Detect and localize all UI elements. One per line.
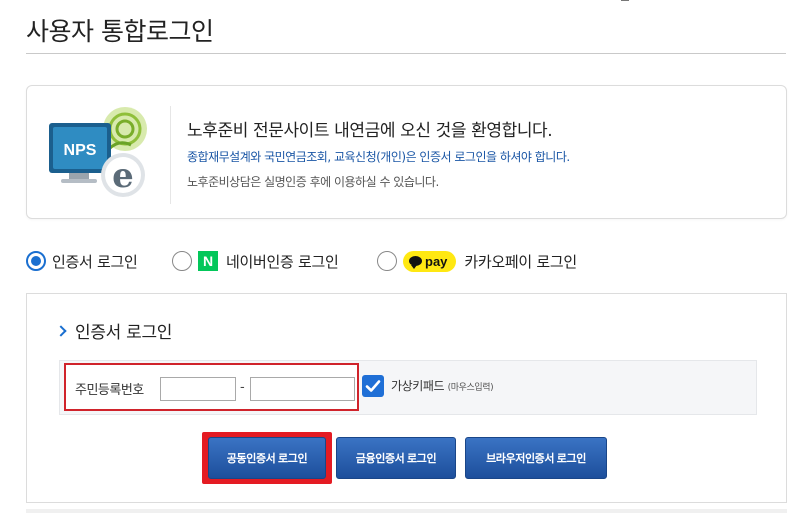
panel-title-text: 인증서 로그인: [75, 323, 173, 343]
resident-number-dash: -: [240, 380, 245, 395]
welcome-box: NPS e 노후준비 전문사이트 내연금에 오신 것을 환영합니다. 종합재무설…: [26, 85, 787, 219]
nps-logo-icon: NPS e: [47, 101, 157, 201]
login-method-selector: 인증서 로그인 N 네이버인증 로그인 pay 카카오페이 로그인: [26, 248, 786, 274]
browser-cert-login-button[interactable]: 브라우저인증서 로그인: [465, 437, 607, 479]
naver-icon: N: [198, 251, 218, 271]
virtual-keypad-label-text: 가상키패드: [391, 379, 445, 393]
method-naver-label: 네이버인증 로그인: [226, 252, 339, 271]
radio-cert-login[interactable]: [26, 251, 46, 271]
radio-naver-login[interactable]: [172, 251, 192, 271]
cert-login-panel: 인증서 로그인 주민등록번호 - 가상키패드 (마우스입력) 공동인증서 로그인…: [26, 293, 787, 503]
virtual-keypad-note: (마우스입력): [447, 383, 494, 393]
speech-bubble-icon: [409, 256, 422, 269]
checkmark-icon: [365, 380, 381, 392]
page-title: 사용자 통합로그인: [26, 17, 214, 46]
method-cert-label: 인증서 로그인: [52, 252, 138, 271]
resident-number-label: 주민등록번호: [75, 383, 144, 398]
top-mark: [621, 0, 629, 1]
method-cert-login[interactable]: 인증서 로그인: [26, 248, 138, 274]
radio-kakao-login[interactable]: [377, 251, 397, 271]
method-naver-login[interactable]: N 네이버인증 로그인: [172, 248, 339, 274]
welcome-info-counsel: 노후준비상담은 실명인증 후에 이용하실 수 있습니다.: [187, 175, 439, 189]
resident-number-field-group: 주민등록번호 -: [64, 363, 359, 411]
kakaopay-icon: pay: [403, 250, 457, 272]
kakaopay-badge-text: pay: [425, 253, 448, 269]
resident-number-front-input[interactable]: [160, 377, 236, 401]
nps-logo-text: NPS: [64, 142, 97, 159]
public-cert-login-button[interactable]: 공동인증서 로그인: [208, 437, 326, 479]
id-form-row: 주민등록번호 - 가상키패드 (마우스입력): [59, 360, 757, 415]
virtual-keypad-label: 가상키패드 (마우스입력): [391, 377, 494, 394]
bottom-edge: [26, 509, 787, 513]
finance-cert-login-button[interactable]: 금융인증서 로그인: [336, 437, 456, 479]
welcome-divider: [170, 106, 171, 204]
svg-text:e: e: [112, 156, 134, 196]
panel-title: 인증서 로그인: [55, 318, 173, 343]
method-kakao-label: 카카오페이 로그인: [464, 252, 577, 271]
title-divider: [26, 53, 786, 54]
chevron-right-icon: [55, 324, 67, 337]
welcome-heading: 노후준비 전문사이트 내연금에 오신 것을 환영합니다.: [187, 121, 553, 141]
welcome-info-cert: 종합재무설계와 국민연금조회, 교육신청(개인)은 인증서 로그인을 하셔야 합…: [187, 150, 570, 164]
virtual-keypad-checkbox[interactable]: [362, 375, 384, 397]
method-kakao-login[interactable]: pay 카카오페이 로그인: [377, 248, 577, 274]
resident-number-back-input[interactable]: [250, 377, 355, 401]
